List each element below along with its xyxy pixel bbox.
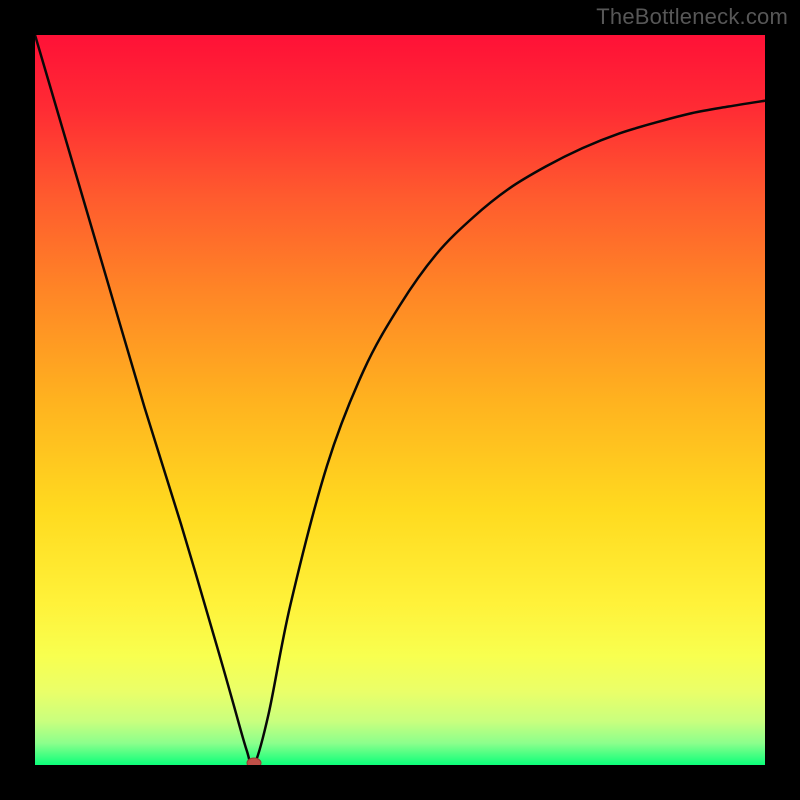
watermark-text: TheBottleneck.com: [596, 4, 788, 30]
chart-frame: TheBottleneck.com: [0, 0, 800, 800]
gradient-rect: [35, 35, 765, 765]
chart-svg: [35, 35, 765, 765]
optimum-marker: [247, 758, 261, 765]
plot-area: [35, 35, 765, 765]
